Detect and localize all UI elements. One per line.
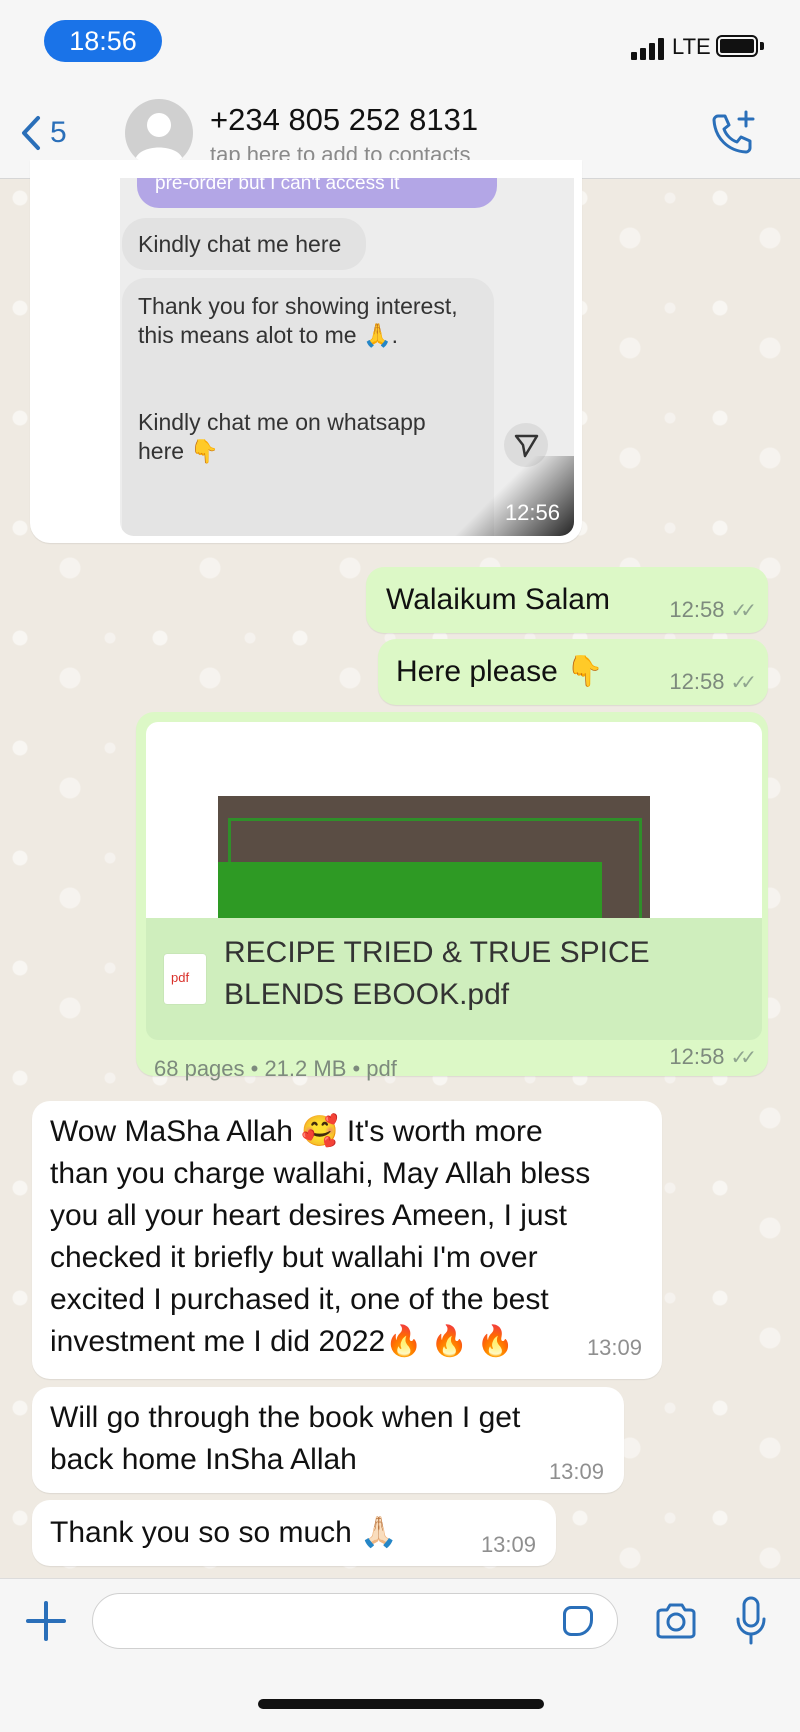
battery-icon — [716, 35, 758, 57]
pdf-cover-image — [218, 796, 650, 918]
message-meta: 12:58 ✓✓ — [669, 1044, 756, 1070]
pdf-file-name-line: RECIPE TRIED & TRUE SPICE — [224, 936, 650, 969]
status-bar: 18:56 LTE — [0, 0, 800, 88]
message-text-line: excited I purchased it, one of the best — [50, 1283, 549, 1316]
message-time: 13:09 — [586, 1335, 642, 1360]
message-time: 12:58 — [669, 597, 725, 622]
message-text: Thank you so so much 🙏🏻 — [50, 1516, 398, 1549]
shared-screenshot-image[interactable]: pre-order but I can't access it Kindly c… — [120, 178, 574, 536]
message-text: Will go through the book when I get back… — [50, 1397, 520, 1481]
read-ticks-icon: ✓✓ — [730, 599, 756, 622]
incoming-message[interactable]: Thank you so so much 🙏🏻 13:09 — [32, 1500, 556, 1566]
signal-icon — [631, 38, 667, 60]
message-time: 12:56 — [504, 500, 560, 525]
message-text-line: Will go through the book when I get — [50, 1401, 521, 1434]
screenshot-text-line: here 👇 — [138, 438, 220, 464]
home-indicator[interactable] — [258, 1699, 544, 1709]
read-ticks-icon: ✓✓ — [730, 1046, 756, 1069]
message-input[interactable] — [92, 1593, 618, 1649]
plus-icon[interactable] — [26, 1601, 66, 1641]
camera-icon[interactable] — [654, 1601, 698, 1641]
person-icon — [135, 113, 183, 161]
screenshot-bubble-2: Thank you for showing interest, this mea… — [122, 278, 494, 536]
pdf-file-icon: pdf — [164, 954, 206, 1004]
outgoing-document-message[interactable]: pdf RECIPE TRIED & TRUE SPICE BLENDS EBO… — [136, 712, 768, 1081]
message-text-line: checked it briefly but wallahi I'm over — [50, 1241, 538, 1274]
incoming-message[interactable]: Wow MaSha Allah 🥰 It's worth more than y… — [32, 1101, 662, 1379]
avatar[interactable] — [125, 99, 193, 167]
pdf-file-name-line: BLENDS EBOOK.pdf — [224, 978, 510, 1011]
read-ticks-icon: ✓✓ — [730, 671, 756, 694]
screenshot-bubble-1: Kindly chat me here — [122, 218, 366, 270]
message-text-line: back home InSha Allah — [50, 1443, 357, 1476]
screenshot-text-line: this means alot to me 🙏. — [138, 322, 399, 348]
back-button[interactable]: 5 — [20, 108, 67, 158]
pdf-file-name: RECIPE TRIED & TRUE SPICE BLENDS EBOOK.p… — [224, 932, 744, 1016]
outgoing-message[interactable]: Walaikum Salam 12:58 ✓✓ — [366, 567, 768, 633]
pdf-file-info[interactable]: pdf RECIPE TRIED & TRUE SPICE BLENDS EBO… — [146, 918, 762, 1040]
add-call-icon[interactable] — [708, 108, 758, 158]
message-meta: 12:58 ✓✓ — [669, 597, 756, 623]
screenshot-text-line: Kindly chat me on whatsapp — [138, 409, 426, 435]
message-text-line: than you charge wallahi, May Allah bless — [50, 1157, 591, 1190]
unread-count: 5 — [50, 116, 67, 149]
pdf-file-type: pdf — [171, 970, 190, 985]
network-type: LTE — [672, 34, 711, 59]
message-text-line: Wow MaSha Allah 🥰 It's worth more — [50, 1115, 543, 1148]
sticker-icon[interactable] — [563, 1606, 593, 1636]
message-text: Walaikum Salam — [386, 583, 610, 616]
message-text-line: investment me I did 2022🔥 🔥 🔥 — [50, 1325, 514, 1358]
status-time[interactable]: 18:56 — [44, 20, 162, 62]
pdf-preview[interactable] — [146, 722, 762, 918]
message-time: 12:58 — [669, 1044, 725, 1069]
message-time: 12:58 — [669, 669, 725, 694]
screenshot-text-line: Thank you for showing interest, — [138, 293, 458, 319]
outgoing-message[interactable]: Here please 👇 12:58 ✓✓ — [378, 639, 768, 705]
pdf-details: 68 pages • 21.2 MB • pdf — [154, 1056, 397, 1081]
message-time: 13:09 — [480, 1532, 536, 1557]
contact-name[interactable]: +234 805 252 8131 — [210, 102, 478, 138]
message-time: 13:09 — [548, 1459, 604, 1484]
message-meta: 12:58 ✓✓ — [669, 669, 756, 695]
microphone-icon[interactable] — [734, 1595, 768, 1647]
incoming-message[interactable]: Will go through the book when I get back… — [32, 1387, 624, 1493]
battery-tip — [760, 42, 764, 50]
message-text-line: you all your heart desires Ameen, I just — [50, 1199, 567, 1232]
screenshot-purple-bubble: pre-order but I can't access it — [137, 178, 497, 208]
message-text: Wow MaSha Allah 🥰 It's worth more than y… — [50, 1111, 590, 1363]
message-text: Here please 👇 — [396, 655, 604, 688]
chevron-left-icon — [22, 116, 40, 150]
